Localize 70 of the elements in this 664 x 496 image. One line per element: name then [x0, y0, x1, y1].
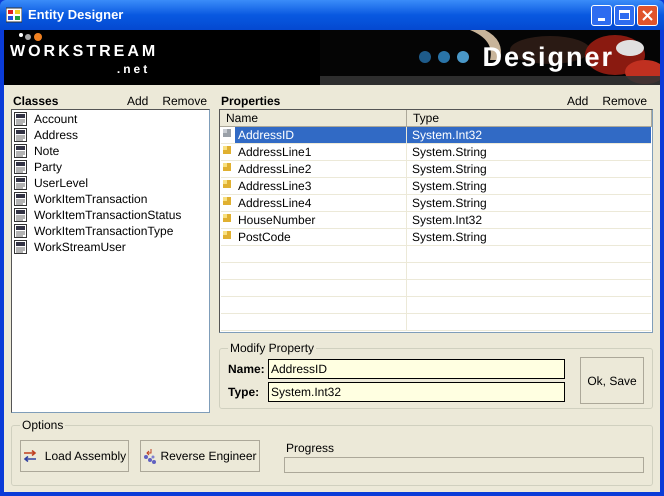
- progress-label: Progress: [285, 441, 336, 455]
- class-item[interactable]: Party: [13, 159, 208, 175]
- dots-icon: [418, 50, 470, 64]
- class-file-icon: [14, 160, 28, 174]
- column-header[interactable]: Type: [407, 110, 652, 126]
- minimize-button[interactable]: [591, 4, 612, 26]
- class-file-icon: [14, 128, 28, 142]
- product-name: Designer: [482, 41, 614, 74]
- class-item[interactable]: WorkItemTransactionStatus: [13, 207, 208, 223]
- type-cell-text: System.String: [411, 161, 488, 177]
- class-file-icon: [14, 112, 28, 126]
- brand-name: WORKSTREAM: [10, 42, 158, 62]
- field-icon: [223, 231, 231, 239]
- field-icon: [223, 180, 231, 188]
- window-title: Entity Designer: [28, 6, 124, 24]
- remove-link[interactable]: Remove: [162, 92, 207, 110]
- class-item[interactable]: Address: [13, 127, 208, 143]
- brand-suffix: .net: [116, 62, 150, 76]
- type-cell-text: System.Int32: [411, 212, 484, 228]
- group-title: Modify Property: [229, 340, 316, 357]
- name-cell[interactable]: HouseNumber: [235, 212, 406, 228]
- class-file-icon: [14, 176, 28, 190]
- class-item[interactable]: UserLevel: [13, 175, 208, 191]
- name-cell[interactable]: AddressLine2: [235, 161, 406, 177]
- remove-link[interactable]: Remove: [602, 92, 647, 110]
- class-item[interactable]: Account: [13, 111, 208, 127]
- name-cell[interactable]: AddressLine3: [235, 178, 406, 194]
- add-link[interactable]: Add: [566, 92, 588, 110]
- close-icon: [642, 10, 653, 20]
- field-icon: [223, 146, 231, 154]
- add-link[interactable]: Add: [126, 92, 148, 110]
- class-item[interactable]: WorkItemTransaction: [13, 191, 208, 207]
- app-icon: [6, 7, 22, 23]
- class-file-icon: [14, 208, 28, 222]
- type-cell-text: System.String: [411, 178, 488, 194]
- type-cell: System.Int32: [407, 127, 651, 143]
- field-icon: [223, 214, 231, 222]
- type-cell-text: System.String: [411, 229, 488, 245]
- name-field[interactable]: AddressID: [268, 359, 565, 379]
- class-item[interactable]: WorkItemTransactionType: [13, 223, 208, 239]
- field-label: Type:: [228, 384, 260, 401]
- class-file-icon: [14, 240, 28, 254]
- type-cell-text: System.String: [411, 144, 488, 160]
- panel-title: Classes: [13, 93, 60, 110]
- class-file-icon: [14, 144, 28, 158]
- save-button[interactable]: Ok, Save: [580, 357, 644, 404]
- panel-title: Properties: [221, 93, 282, 110]
- name-cell[interactable]: AddressID: [235, 127, 406, 143]
- maximize-button[interactable]: [614, 4, 635, 26]
- name-cell[interactable]: AddressLine1: [235, 144, 406, 160]
- group-title: Options: [21, 417, 64, 434]
- reverse-engineer-button[interactable]: Reverse Engineer: [140, 440, 260, 472]
- logo-dots-icon: [18, 32, 44, 42]
- diagram-icon: [143, 448, 158, 464]
- load-assembly-button[interactable]: Load Assembly: [20, 440, 129, 472]
- swap-arrows-icon: [22, 450, 37, 462]
- type-cell-text: System.String: [411, 195, 488, 211]
- field-icon: [223, 197, 231, 205]
- field-icon: [223, 163, 231, 171]
- class-item[interactable]: WorkStreamUser: [13, 239, 208, 255]
- field-label: Name:: [228, 361, 266, 378]
- column-header[interactable]: Name: [220, 110, 407, 126]
- name-cell[interactable]: PostCode: [235, 229, 406, 245]
- class-item[interactable]: Note: [13, 143, 208, 159]
- close-button[interactable]: [637, 4, 658, 26]
- class-file-icon: [14, 224, 28, 238]
- field-icon: [223, 129, 231, 137]
- type-field[interactable]: System.Int32: [268, 382, 565, 402]
- name-cell[interactable]: AddressLine4: [235, 195, 406, 211]
- class-file-icon: [14, 192, 28, 206]
